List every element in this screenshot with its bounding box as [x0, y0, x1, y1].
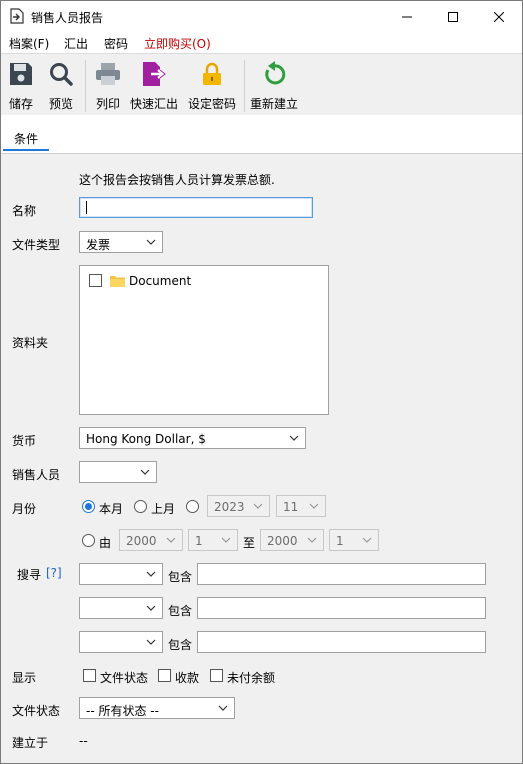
minimize-icon: [402, 16, 412, 17]
chevron-down-icon: [146, 605, 156, 611]
menu-buy-now[interactable]: 立即购买(O): [144, 35, 211, 52]
tab-bar: 条件: [1, 115, 522, 154]
search-field-select[interactable]: [79, 563, 163, 585]
search-value-input[interactable]: [197, 631, 486, 653]
search-value-input[interactable]: [197, 597, 486, 619]
month-label: 月份: [12, 502, 37, 516]
show-unpaid-label: 未付余额: [227, 671, 276, 685]
created-value: --: [79, 734, 88, 748]
display-label: 显示: [12, 671, 37, 685]
last-month-radio[interactable]: [134, 500, 147, 513]
refresh-icon: [265, 60, 286, 84]
print-button[interactable]: 列印: [92, 58, 124, 112]
save-button[interactable]: 储存: [5, 58, 37, 112]
minimize-button[interactable]: [384, 2, 430, 31]
tab-criteria[interactable]: 条件: [3, 123, 49, 151]
magnifier-icon: [50, 62, 73, 86]
quick-export-button[interactable]: 快速汇出: [130, 58, 178, 112]
set-password-button[interactable]: 设定密码: [188, 58, 236, 112]
folder-tree[interactable]: Document: [79, 265, 329, 415]
month-select[interactable]: 11: [276, 495, 326, 517]
show-payment-checkbox[interactable]: [158, 669, 171, 682]
folder-item-label: Document: [129, 274, 192, 288]
maximize-icon: [448, 11, 458, 22]
save-icon: [10, 62, 32, 85]
lock-icon: [203, 62, 221, 85]
currency-label: 货币: [12, 434, 37, 448]
show-doc-status-checkbox[interactable]: [83, 669, 96, 682]
chevron-down-icon: [221, 537, 231, 543]
chevron-down-icon: [146, 639, 156, 645]
chevron-down-icon: [309, 503, 319, 509]
show-doc-status-label: 文件状态: [100, 671, 149, 685]
contains-label: 包含: [168, 638, 193, 652]
search-value-input[interactable]: [197, 563, 486, 585]
chevron-down-icon: [289, 435, 299, 441]
contains-label: 包含: [168, 604, 193, 618]
search-field-select[interactable]: [79, 631, 163, 653]
last-month-label: 上月: [151, 502, 176, 516]
from-month-select[interactable]: 1: [188, 529, 238, 551]
chevron-down-icon: [253, 503, 263, 509]
text-cursor: [86, 201, 87, 214]
show-payment-label: 收款: [175, 671, 200, 685]
chevron-down-icon: [146, 239, 156, 245]
doc-status-label: 文件状态: [12, 704, 61, 718]
folder-label: 资料夹: [12, 336, 49, 350]
range-radio[interactable]: [82, 534, 95, 547]
export-icon: [143, 61, 166, 86]
to-label: 至: [243, 536, 256, 550]
salesperson-select[interactable]: [79, 461, 157, 483]
chevron-down-icon: [307, 537, 317, 543]
doc-type-select[interactable]: 发票: [79, 231, 163, 253]
this-month-label: 本月: [99, 502, 124, 516]
window-title: 销售人员报告: [31, 11, 104, 25]
search-field-select[interactable]: [79, 597, 163, 619]
toolbar-separator: [85, 60, 86, 112]
from-year-select[interactable]: 2000: [119, 529, 183, 551]
search-label: 搜寻: [17, 568, 42, 582]
toolbar-separator: [244, 60, 245, 112]
show-unpaid-checkbox[interactable]: [210, 669, 223, 682]
doc-type-label: 文件类型: [12, 238, 61, 252]
printer-icon: [96, 62, 120, 85]
app-icon: [10, 8, 24, 24]
maximize-button[interactable]: [430, 2, 476, 31]
from-label: 由: [99, 536, 112, 550]
contains-label: 包含: [168, 570, 193, 584]
currency-select[interactable]: Hong Kong Dollar, $: [79, 427, 306, 449]
title-bar: 销售人员报告: [1, 1, 522, 31]
salesperson-label: 销售人员: [12, 468, 61, 482]
close-button[interactable]: [476, 2, 522, 31]
close-icon: [494, 11, 504, 22]
to-year-select[interactable]: 2000: [260, 529, 324, 551]
doc-status-select[interactable]: -- 所有状态 --: [79, 697, 235, 719]
to-month-select[interactable]: 1: [329, 529, 379, 551]
name-label: 名称: [12, 204, 37, 218]
rebuild-button[interactable]: 重新建立: [250, 58, 298, 112]
report-description: 这个报告会按销售人员计算发票总额.: [79, 173, 275, 187]
name-input[interactable]: [79, 197, 313, 218]
chevron-down-icon: [362, 537, 372, 543]
menu-password[interactable]: 密码: [104, 35, 128, 52]
chevron-down-icon: [140, 469, 150, 475]
menu-export[interactable]: 汇出: [64, 35, 88, 52]
search-help-link[interactable]: [?]: [46, 566, 62, 580]
created-label: 建立于: [12, 736, 49, 750]
chevron-down-icon: [146, 571, 156, 577]
chevron-down-icon: [166, 537, 176, 543]
toolbar: 储存 预览 列印 快速汇出 设定密码 重新建立: [1, 53, 522, 116]
folder-icon: [110, 276, 125, 287]
year-select[interactable]: 2023: [207, 495, 270, 517]
specific-month-radio[interactable]: [186, 500, 199, 513]
folder-checkbox[interactable]: [89, 274, 102, 287]
menu-bar: 档案(F) 汇出 密码 立即购买(O): [1, 31, 522, 53]
preview-button[interactable]: 预览: [45, 58, 77, 112]
this-month-radio[interactable]: [82, 500, 95, 513]
menu-file[interactable]: 档案(F): [9, 35, 49, 52]
chevron-down-icon: [218, 705, 228, 711]
